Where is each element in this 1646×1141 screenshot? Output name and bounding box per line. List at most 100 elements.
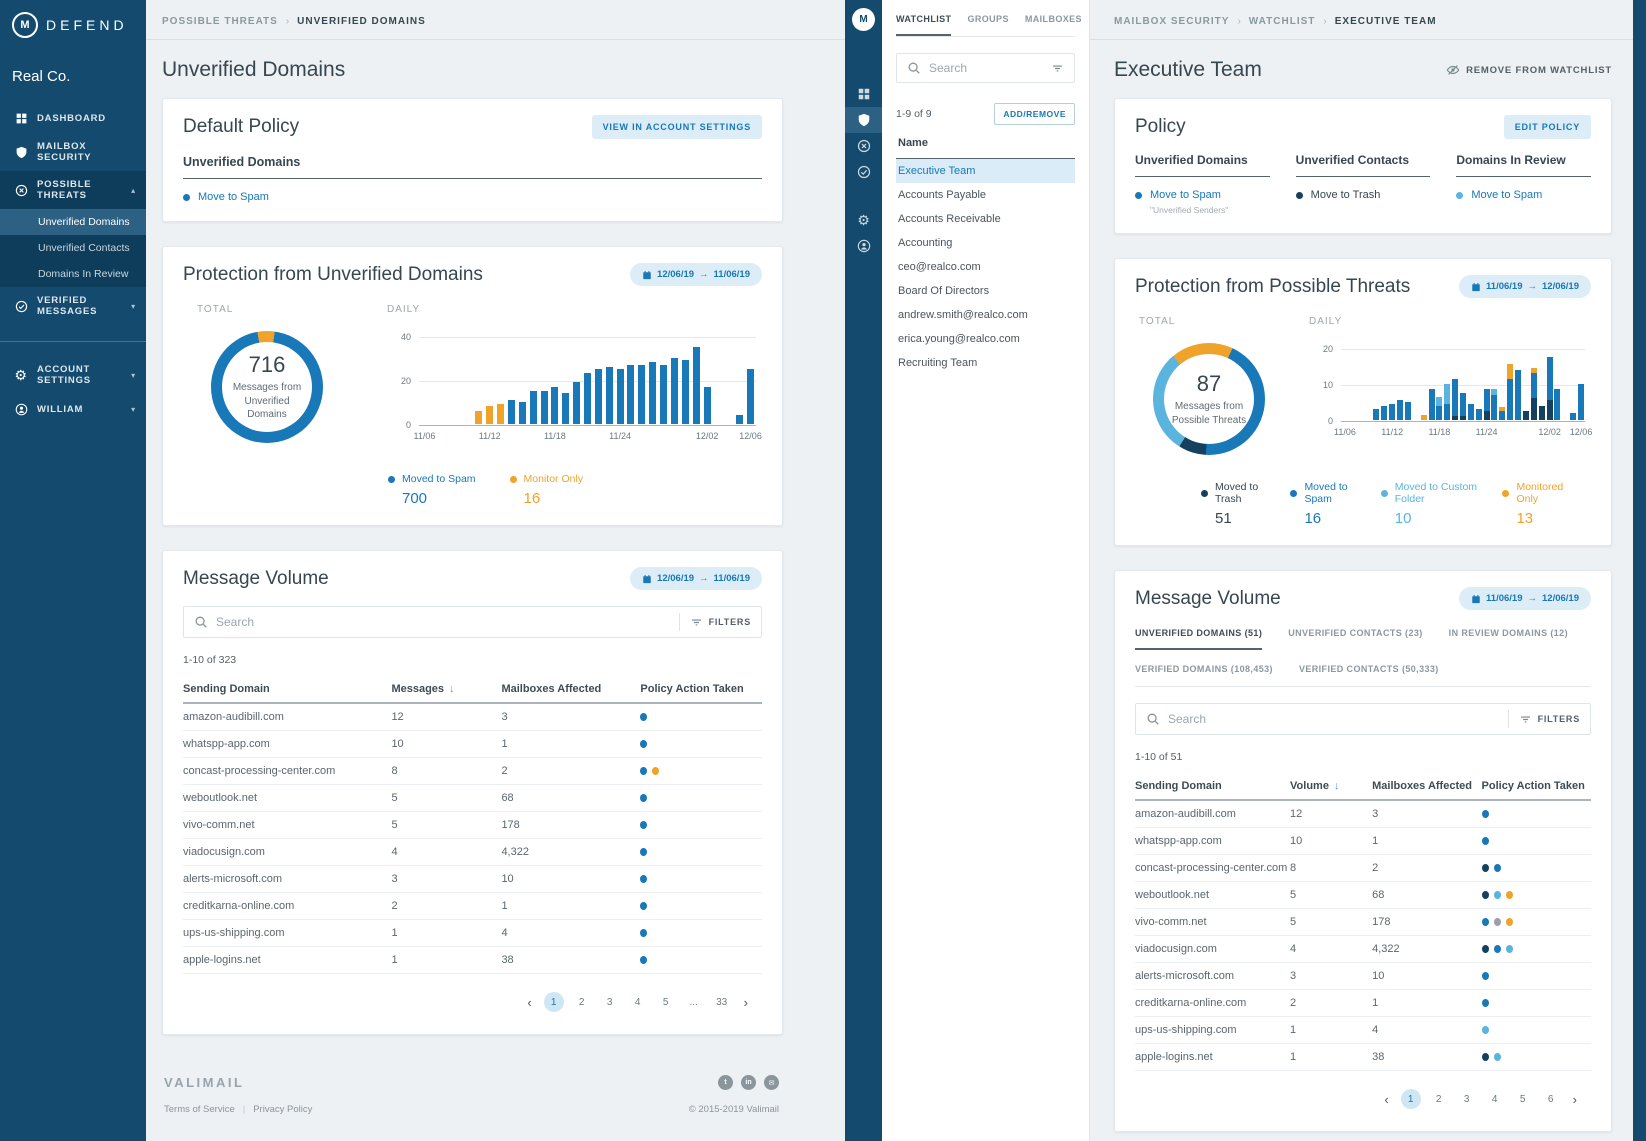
table-row[interactable]: viadocusign.com44,322: [183, 839, 762, 866]
list-item-accounting[interactable]: Accounting: [896, 231, 1075, 255]
next-page-button[interactable]: ›: [740, 995, 752, 1010]
linkedin-icon[interactable]: in: [741, 1075, 756, 1090]
table-row[interactable]: vivo-comm.net5178: [1135, 909, 1591, 936]
tab-mailboxes[interactable]: MAILBOXES: [1025, 14, 1082, 36]
page-button-6[interactable]: 6: [1541, 1089, 1561, 1109]
policy-action-link[interactable]: Move to Spam: [1150, 189, 1221, 201]
mini-verified-icon[interactable]: [845, 159, 882, 185]
tab-groups[interactable]: GROUPS: [967, 14, 1008, 36]
tab-unverified-domains-51[interactable]: UNVERIFIED DOMAINS (51): [1135, 628, 1262, 650]
list-item-executive-team[interactable]: Executive Team: [896, 159, 1075, 183]
page-button-33[interactable]: 33: [712, 992, 732, 1012]
mini-user-icon[interactable]: [845, 233, 882, 259]
watchlist-search-input[interactable]: [921, 61, 1051, 75]
breadcrumb-possible-threats[interactable]: POSSIBLE THREATS: [162, 16, 278, 27]
tab-unverified-contacts-23[interactable]: UNVERIFIED CONTACTS (23): [1288, 628, 1422, 650]
policy-action-link[interactable]: Move to Spam: [198, 191, 269, 203]
previous-page-button[interactable]: ‹: [523, 995, 535, 1010]
table-row[interactable]: weboutlook.net568: [183, 785, 762, 812]
table-row[interactable]: ups-us-shipping.com14: [1135, 1017, 1591, 1044]
list-item-recruiting-team[interactable]: Recruiting Team: [896, 351, 1075, 375]
footer-link-terms-of-service[interactable]: Terms of Service: [164, 1104, 235, 1115]
x-axis-label: 11/12: [1381, 427, 1403, 437]
breadcrumb-watchlist[interactable]: WATCHLIST: [1249, 16, 1316, 27]
search-input[interactable]: [1160, 712, 1498, 726]
table-row[interactable]: whatspp-app.com101: [1135, 828, 1591, 855]
list-item-erica-young-realco-com[interactable]: erica.young@realco.com: [896, 327, 1075, 351]
sidebar-item-verified-messages[interactable]: VERIFIED MESSAGES▾: [0, 287, 146, 325]
list-item-accounts-receivable[interactable]: Accounts Receivable: [896, 207, 1075, 231]
page-button-3[interactable]: 3: [1457, 1089, 1477, 1109]
table-row[interactable]: concast-processing-center.com82: [183, 758, 762, 785]
table-row[interactable]: alerts-microsoft.com310: [183, 866, 762, 893]
page-button-1[interactable]: 1: [1401, 1089, 1421, 1109]
tab-verified-domains-108-453[interactable]: VERIFIED DOMAINS (108,453): [1135, 664, 1273, 686]
edit-policy-button[interactable]: EDIT POLICY: [1504, 115, 1591, 139]
next-page-button[interactable]: ›: [1569, 1092, 1581, 1107]
list-item-board-of-directors[interactable]: Board Of Directors: [896, 279, 1075, 303]
filters-button[interactable]: FILTERS: [1519, 713, 1580, 726]
table-row[interactable]: weboutlook.net568: [1135, 882, 1591, 909]
tab-watchlist[interactable]: WATCHLIST: [896, 14, 951, 36]
defend-logo-icon[interactable]: M: [852, 8, 875, 31]
table-row[interactable]: ups-us-shipping.com14: [183, 920, 762, 947]
mini-grid-icon[interactable]: [845, 81, 882, 107]
page-button-4[interactable]: 4: [1485, 1089, 1505, 1109]
date-range-pill[interactable]: 11/06/19 → 12/06/19: [1459, 587, 1591, 610]
table-row[interactable]: concast-processing-center.com82: [1135, 855, 1591, 882]
sidebar-item-unverified-domains[interactable]: Unverified Domains: [0, 209, 146, 235]
footer-link-privacy-policy[interactable]: Privacy Policy: [253, 1104, 312, 1115]
sidebar-item-dashboard[interactable]: DASHBOARD: [0, 103, 146, 133]
column-header-volume[interactable]: Volume↓: [1290, 780, 1372, 792]
table-row[interactable]: vivo-comm.net5178: [183, 812, 762, 839]
twitter-icon[interactable]: t: [718, 1075, 733, 1090]
table-row[interactable]: alerts-microsoft.com310: [1135, 963, 1591, 990]
date-range-pill[interactable]: 12/06/19 → 11/06/19: [630, 263, 762, 286]
table-row[interactable]: creditkarna-online.com21: [183, 893, 762, 920]
page-button-5[interactable]: 5: [1513, 1089, 1533, 1109]
page-button-2[interactable]: 2: [572, 992, 592, 1012]
tab-verified-contacts-50-333[interactable]: VERIFIED CONTACTS (50,333): [1299, 664, 1439, 686]
date-from: 12/06/19: [657, 573, 694, 584]
filters-button[interactable]: FILTERS: [690, 616, 751, 629]
table-row[interactable]: viadocusign.com44,322: [1135, 936, 1591, 963]
breadcrumb-mailbox-security[interactable]: MAILBOX SECURITY: [1114, 16, 1229, 27]
page-button-2[interactable]: 2: [1429, 1089, 1449, 1109]
table-row[interactable]: apple-logins.net138: [1135, 1044, 1591, 1071]
sidebar-item-william[interactable]: WILLIAM▾: [0, 394, 146, 424]
sidebar-item-domains-in-review[interactable]: Domains In Review: [0, 261, 146, 287]
policy-action-link[interactable]: Move to Spam: [1471, 189, 1542, 201]
remove-from-watchlist-button[interactable]: REMOVE FROM WATCHLIST: [1446, 63, 1612, 77]
sidebar-item-mailbox-security[interactable]: MAILBOX SECURITY: [0, 133, 146, 171]
list-item-andrew-smith-realco-com[interactable]: andrew.smith@realco.com: [896, 303, 1075, 327]
tab-in-review-domains-12[interactable]: IN REVIEW DOMAINS (12): [1449, 628, 1568, 650]
page-button-1[interactable]: 1: [544, 992, 564, 1012]
list-item-ceo-realco-com[interactable]: ceo@realco.com: [896, 255, 1075, 279]
table-row[interactable]: apple-logins.net138: [183, 947, 762, 974]
page-button-5[interactable]: 5: [656, 992, 676, 1012]
sidebar-divider: [0, 341, 146, 342]
email-icon[interactable]: ✉: [764, 1075, 779, 1090]
previous-page-button[interactable]: ‹: [1380, 1092, 1392, 1107]
sidebar-item-unverified-contacts[interactable]: Unverified Contacts: [0, 235, 146, 261]
mini-threat-icon[interactable]: [845, 133, 882, 159]
table-row[interactable]: amazon-audibill.com123: [183, 704, 762, 731]
page-button-3[interactable]: 3: [600, 992, 620, 1012]
table-row[interactable]: whatspp-app.com101: [183, 731, 762, 758]
mini-gear-icon[interactable]: ⚙: [845, 207, 882, 233]
sidebar-item-account-settings[interactable]: ⚙ACCOUNT SETTINGS▾: [0, 356, 146, 394]
sidebar-item-possible-threats[interactable]: POSSIBLE THREATS▴: [0, 171, 146, 209]
table-row[interactable]: amazon-audibill.com123: [1135, 801, 1591, 828]
watchlist-filter-button[interactable]: [1051, 62, 1064, 75]
table-row[interactable]: creditkarna-online.com21: [1135, 990, 1591, 1017]
add-remove-button[interactable]: ADD/REMOVE: [994, 103, 1075, 125]
search-input[interactable]: [208, 615, 669, 629]
date-range-pill[interactable]: 11/06/19 → 12/06/19: [1459, 275, 1591, 298]
page-button-4[interactable]: 4: [628, 992, 648, 1012]
list-item-accounts-payable[interactable]: Accounts Payable: [896, 183, 1075, 207]
page-button-[interactable]: ...: [684, 992, 704, 1012]
view-in-account-settings-button[interactable]: VIEW IN ACCOUNT SETTINGS: [592, 115, 762, 139]
date-range-pill[interactable]: 12/06/19 → 11/06/19: [630, 567, 762, 590]
column-header-messages[interactable]: Messages↓: [391, 683, 501, 695]
mini-shield-icon[interactable]: [845, 107, 882, 133]
